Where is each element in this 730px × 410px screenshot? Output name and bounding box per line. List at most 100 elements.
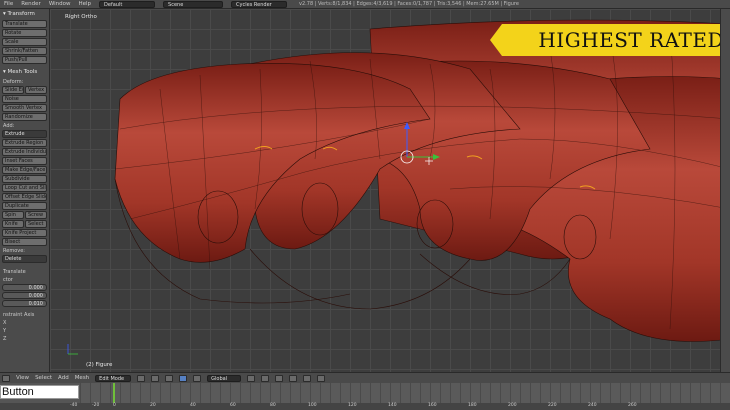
- rotate-manipulator-icon[interactable]: [193, 374, 202, 382]
- rotate-button[interactable]: Rotate: [2, 29, 47, 37]
- tick-label: 160: [428, 403, 437, 408]
- tick-label: 20: [150, 403, 156, 408]
- make-edge-face-button[interactable]: Make Edge/Face: [2, 166, 47, 174]
- tick-label: -40: [70, 403, 78, 408]
- menu-add[interactable]: Add: [58, 375, 69, 381]
- banner-text: HIGHEST RATED: [538, 28, 724, 52]
- translate-button[interactable]: Translate: [2, 20, 47, 28]
- timeline[interactable]: Button -40 -20 0 20 40 60 80 100 120 140…: [0, 383, 730, 410]
- shading-icon[interactable]: [137, 374, 146, 382]
- menu-select[interactable]: Select: [35, 375, 52, 381]
- select-button[interactable]: Select: [25, 220, 47, 228]
- menu-file[interactable]: File: [4, 1, 13, 7]
- delete-dropdown[interactable]: Delete: [2, 255, 47, 263]
- slide-vertex-button[interactable]: Vertex: [25, 86, 47, 94]
- orientation-selector[interactable]: Global: [207, 374, 242, 382]
- tick-label: 120: [348, 403, 357, 408]
- 3d-viewport[interactable]: Right Ortho (2) Figure HIGHEST RATED: [50, 9, 730, 372]
- translate-operator-title: Translate: [3, 269, 26, 275]
- vertex-select-icon[interactable]: [247, 374, 256, 382]
- add-label: Add:: [3, 123, 15, 129]
- right-edge-panel[interactable]: [720, 9, 730, 375]
- tick-label: 40: [190, 403, 196, 408]
- editor-type-icon[interactable]: [2, 374, 10, 382]
- pivot-icon[interactable]: [151, 374, 160, 382]
- push-pull-button[interactable]: Push/Pull: [2, 56, 47, 64]
- slide-edge-button[interactable]: Slide Ed: [2, 86, 24, 94]
- active-object-label: (2) Figure: [86, 362, 113, 368]
- tick-label: 240: [588, 403, 597, 408]
- tick-label: 60: [230, 403, 236, 408]
- vector-x-field[interactable]: 0.000: [2, 284, 47, 291]
- scene-stats: v2.78 | Verts:8/1,834 | Edges:4/3,619 | …: [299, 1, 519, 7]
- knuckle-lower-2: [249, 248, 471, 310]
- vector-label: ctor: [3, 277, 13, 283]
- menu-window[interactable]: Window: [49, 1, 71, 7]
- constraint-axis-label: nstraint Axis: [3, 312, 35, 318]
- tick-label: -20: [92, 403, 100, 408]
- noise-button[interactable]: Noise: [2, 95, 47, 103]
- axis-y-checkbox[interactable]: Y: [0, 326, 49, 334]
- mesh-tools-panel-title[interactable]: ▾ Mesh Tools: [0, 67, 49, 77]
- menu-help[interactable]: Help: [79, 1, 92, 7]
- loop-cut-slide-button[interactable]: Loop Cut and Slide: [2, 184, 47, 192]
- manipulator-icon[interactable]: [165, 374, 174, 382]
- face-select-icon[interactable]: [275, 374, 284, 382]
- duplicate-button[interactable]: Duplicate: [2, 202, 47, 210]
- snap-icon[interactable]: [303, 374, 312, 382]
- offset-edge-slide-button[interactable]: Offset Edge Slide: [2, 193, 47, 201]
- tick-label: 140: [388, 403, 397, 408]
- translate-manipulator-icon[interactable]: [179, 374, 188, 382]
- edge-select-icon[interactable]: [261, 374, 270, 382]
- tick-label: 180: [468, 403, 477, 408]
- tick-label: 100: [308, 403, 317, 408]
- frame-ruler: -40 -20 0 20 40 60 80 100 120 140 160 18…: [0, 403, 730, 410]
- vector-y-field[interactable]: 0.000: [2, 292, 47, 299]
- knife-button[interactable]: Knife: [2, 220, 24, 228]
- axis-x-checkbox[interactable]: X: [0, 318, 49, 326]
- tick-label: 80: [270, 403, 276, 408]
- subdivide-button[interactable]: Subdivide: [2, 175, 47, 183]
- frame-cursor[interactable]: [113, 383, 115, 403]
- screw-button[interactable]: Screw: [25, 211, 47, 219]
- extrude-dropdown[interactable]: Extrude: [2, 130, 47, 138]
- highest-rated-banner: HIGHEST RATED: [490, 24, 730, 56]
- deform-label: Deform:: [3, 79, 24, 85]
- 3d-view-header: View Select Add Mesh Edit Mode Global: [0, 372, 730, 383]
- menu-mesh[interactable]: Mesh: [75, 375, 89, 381]
- smooth-vertex-button[interactable]: Smooth Vertex: [2, 104, 47, 112]
- randomize-button[interactable]: Randomize: [2, 113, 47, 121]
- bisect-button[interactable]: Bisect: [2, 238, 47, 246]
- shrink-fatten-button[interactable]: Shrink/Fatten: [2, 47, 47, 55]
- extrude-individual-button[interactable]: Extrude Individual: [2, 148, 47, 156]
- vector-z-field[interactable]: 0.010: [2, 300, 47, 307]
- hand-mesh[interactable]: [50, 9, 730, 372]
- axis-indicator: [67, 344, 78, 355]
- inset-faces-button[interactable]: Inset Faces: [2, 157, 47, 165]
- transform-panel-title[interactable]: ▾ Transform: [0, 9, 49, 19]
- button-label-box[interactable]: Button: [0, 385, 79, 399]
- timeline-track[interactable]: [80, 383, 730, 403]
- tick-label: 0: [113, 403, 116, 408]
- remove-label: Remove:: [3, 248, 25, 254]
- render-engine-selector[interactable]: Cycles Render: [231, 0, 288, 8]
- tool-shelf: ▾ Transform Translate Rotate Scale Shrin…: [0, 9, 50, 375]
- render-icon[interactable]: [317, 374, 326, 382]
- knuckle-lower-3: [419, 253, 571, 295]
- scale-button[interactable]: Scale: [2, 38, 47, 46]
- tick-label: 220: [548, 403, 557, 408]
- spin-button[interactable]: Spin: [2, 211, 24, 219]
- menu-view[interactable]: View: [16, 375, 29, 381]
- mode-selector[interactable]: Edit Mode: [95, 374, 132, 382]
- scene-selector[interactable]: Scene: [163, 0, 224, 8]
- tick-label: 260: [628, 403, 637, 408]
- info-header: File Render Window Help Default Scene Cy…: [0, 0, 730, 9]
- axis-z-checkbox[interactable]: Z: [0, 334, 49, 342]
- knife-project-button[interactable]: Knife Project: [2, 229, 47, 237]
- layout-selector[interactable]: Default: [99, 0, 156, 8]
- tick-label: 200: [508, 403, 517, 408]
- menu-render[interactable]: Render: [21, 1, 41, 7]
- proportional-edit-icon[interactable]: [289, 374, 298, 382]
- view-label: Right Ortho: [65, 14, 97, 20]
- extrude-region-button[interactable]: Extrude Region: [2, 139, 47, 147]
